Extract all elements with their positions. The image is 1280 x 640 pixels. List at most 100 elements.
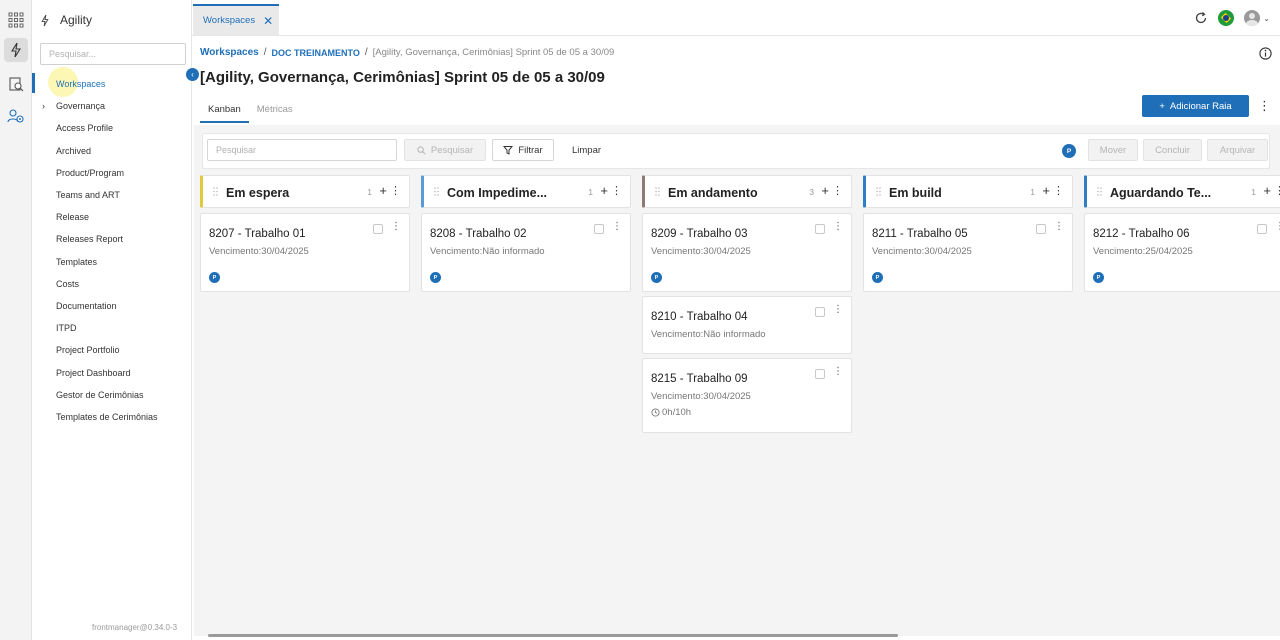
card-checkbox[interactable] (1036, 224, 1046, 234)
sidebar-search-input[interactable] (40, 43, 186, 65)
drag-handle-icon[interactable] (213, 187, 218, 196)
sidebar-item-product-program[interactable]: Product/Program (56, 162, 158, 184)
card-checkbox[interactable] (815, 369, 825, 379)
sidebar-item-workspaces[interactable]: Workspaces (48, 67, 158, 97)
sidebar-item-documentation[interactable]: Documentation (56, 295, 158, 317)
card-checkbox[interactable] (815, 307, 825, 317)
card-due-date: Vencimento:25/04/2025 (1093, 246, 1193, 257)
search-icon (417, 145, 426, 154)
kanban-card[interactable]: 8215 - Trabalho 09 Vencimento:30/04/2025… (642, 358, 852, 433)
tab-kanban[interactable]: Kanban (200, 100, 249, 123)
plus-icon: + (1159, 100, 1165, 112)
more-options-icon[interactable]: ⋮ (1054, 221, 1064, 232)
sidebar-item-project-portfolio[interactable]: Project Portfolio (56, 339, 158, 361)
add-card-icon[interactable]: + (600, 183, 608, 198)
sidebar-item-costs[interactable]: Costs (56, 273, 158, 295)
assignee-badge[interactable]: P (651, 272, 662, 283)
sidebar-item-access-profile[interactable]: Access Profile (56, 117, 158, 139)
card-checkbox[interactable] (1257, 224, 1267, 234)
more-options-icon[interactable]: ⋮ (612, 221, 622, 232)
sidebar-item-governanca[interactable]: › Governança (42, 95, 158, 117)
card-checkbox[interactable] (815, 224, 825, 234)
sidebar-item-gestor-de-cerimonias[interactable]: Gestor de Cerimônias (56, 384, 158, 406)
more-options-icon[interactable]: ⋮ (611, 184, 622, 197)
horizontal-scrollbar[interactable] (208, 634, 898, 637)
more-options-icon[interactable]: ⋮ (1053, 184, 1064, 197)
assignee-badge[interactable]: P (872, 272, 883, 283)
board-search-input[interactable] (207, 139, 397, 161)
drag-handle-icon[interactable] (655, 187, 660, 196)
close-icon[interactable]: ✕ (263, 14, 273, 28)
add-card-icon[interactable]: + (1263, 183, 1271, 198)
sidebar-item-itpd[interactable]: ITPD (56, 317, 158, 339)
drag-handle-icon[interactable] (1097, 187, 1102, 196)
sidebar-item-project-dashboard[interactable]: Project Dashboard (56, 361, 158, 383)
assignee-badge[interactable]: P (1062, 144, 1076, 158)
kanban-card[interactable]: 8211 - Trabalho 05 Vencimento:30/04/2025… (863, 213, 1073, 292)
tab-metricas[interactable]: Métricas (249, 100, 301, 123)
kanban-card[interactable]: 8210 - Trabalho 04 Vencimento:Não inform… (642, 296, 852, 354)
add-card-icon[interactable]: + (1042, 183, 1050, 198)
search-button-label: Pesquisar (430, 144, 474, 156)
report-search-icon[interactable] (4, 72, 28, 96)
move-button[interactable]: Mover (1088, 139, 1138, 161)
complete-button[interactable]: Concluir (1143, 139, 1202, 161)
apps-grid-icon[interactable] (4, 8, 28, 32)
card-checkbox[interactable] (373, 224, 383, 234)
search-button[interactable]: Pesquisar (404, 139, 486, 161)
sidebar-item-templates[interactable]: Templates (56, 251, 158, 273)
kanban-card[interactable]: 8208 - Trabalho 02 Vencimento:Não inform… (421, 213, 631, 292)
lane-title: Aguardando Te... (1110, 186, 1212, 200)
more-options-icon[interactable]: ⋮ (833, 304, 843, 315)
sidebar-item-templates-de-cerimonias[interactable]: Templates de Cerimônias (56, 406, 158, 428)
more-options-icon[interactable]: ⋮ (833, 366, 843, 377)
refresh-icon[interactable] (1194, 11, 1208, 25)
more-options-icon[interactable]: ⋮ (390, 184, 401, 197)
add-card-icon[interactable]: + (821, 183, 829, 198)
kanban-card[interactable]: 8207 - Trabalho 01 Vencimento:30/04/2025… (200, 213, 410, 292)
chevron-left-icon: ‹ (191, 70, 194, 79)
users-settings-icon[interactable] (4, 104, 28, 128)
assignee-badge[interactable]: P (1093, 272, 1104, 283)
sidebar-item-archived[interactable]: Archived (56, 140, 158, 162)
language-flag-icon[interactable] (1218, 10, 1235, 26)
collapse-sidebar-button[interactable]: ‹ (186, 68, 199, 81)
kanban-card[interactable]: 8212 - Trabalho 06 Vencimento:25/04/2025… (1084, 213, 1280, 292)
archive-button[interactable]: Arquivar (1207, 139, 1268, 161)
add-lane-button[interactable]: + Adicionar Raia (1142, 95, 1249, 117)
tab-workspaces[interactable]: Workspaces ✕ (193, 4, 279, 35)
add-card-icon[interactable]: + (379, 183, 387, 198)
card-time-tracking: 0h/10h (651, 407, 691, 418)
brand[interactable]: Agility (40, 8, 92, 32)
add-lane-label: Adicionar Raia (1169, 100, 1232, 112)
clear-button[interactable]: Limpar (572, 139, 601, 161)
more-options-icon[interactable]: ⋮ (391, 221, 401, 232)
app-version: frontmanager@0.34.0-3 (92, 623, 178, 632)
sidebar-item-releases-report[interactable]: Releases Report (56, 228, 158, 250)
assignee-badge[interactable]: P (209, 272, 220, 283)
sidebar-item-release[interactable]: Release (56, 206, 158, 228)
card-title: 8208 - Trabalho 02 (430, 228, 527, 240)
more-options-icon[interactable]: ⋮ (833, 221, 843, 232)
more-options-icon[interactable]: ⋮ (1275, 221, 1280, 232)
breadcrumb-link-doc-treinamento[interactable]: DOC TREINAMENTO (272, 48, 360, 58)
more-options-icon[interactable]: ⋮ (1274, 184, 1280, 197)
card-checkbox[interactable] (594, 224, 604, 234)
card-time-value: 0h/10h (662, 407, 692, 418)
chevron-right-icon[interactable]: › (42, 101, 45, 111)
card-due-date: Vencimento:30/04/2025 (209, 246, 309, 257)
assignee-badge[interactable]: P (430, 272, 441, 283)
drag-handle-icon[interactable] (434, 187, 439, 196)
more-options-icon[interactable]: ⋮ (1258, 98, 1271, 114)
sidebar-item-teams-and-art[interactable]: Teams and ART (56, 184, 158, 206)
filter-button[interactable]: Filtrar (492, 139, 554, 161)
more-options-icon[interactable]: ⋮ (832, 184, 843, 197)
lightning-icon[interactable] (4, 38, 28, 62)
drag-handle-icon[interactable] (876, 187, 881, 196)
sidebar: Agility Workspaces › Governança Access Pr… (32, 0, 192, 640)
tab-label: Workspaces (203, 15, 256, 26)
info-icon[interactable] (1259, 47, 1272, 60)
kanban-card[interactable]: 8209 - Trabalho 03 Vencimento:30/04/2025… (642, 213, 852, 292)
user-menu[interactable]: ⌄ (1244, 10, 1270, 26)
breadcrumb-link-workspaces[interactable]: Workspaces (200, 47, 259, 58)
